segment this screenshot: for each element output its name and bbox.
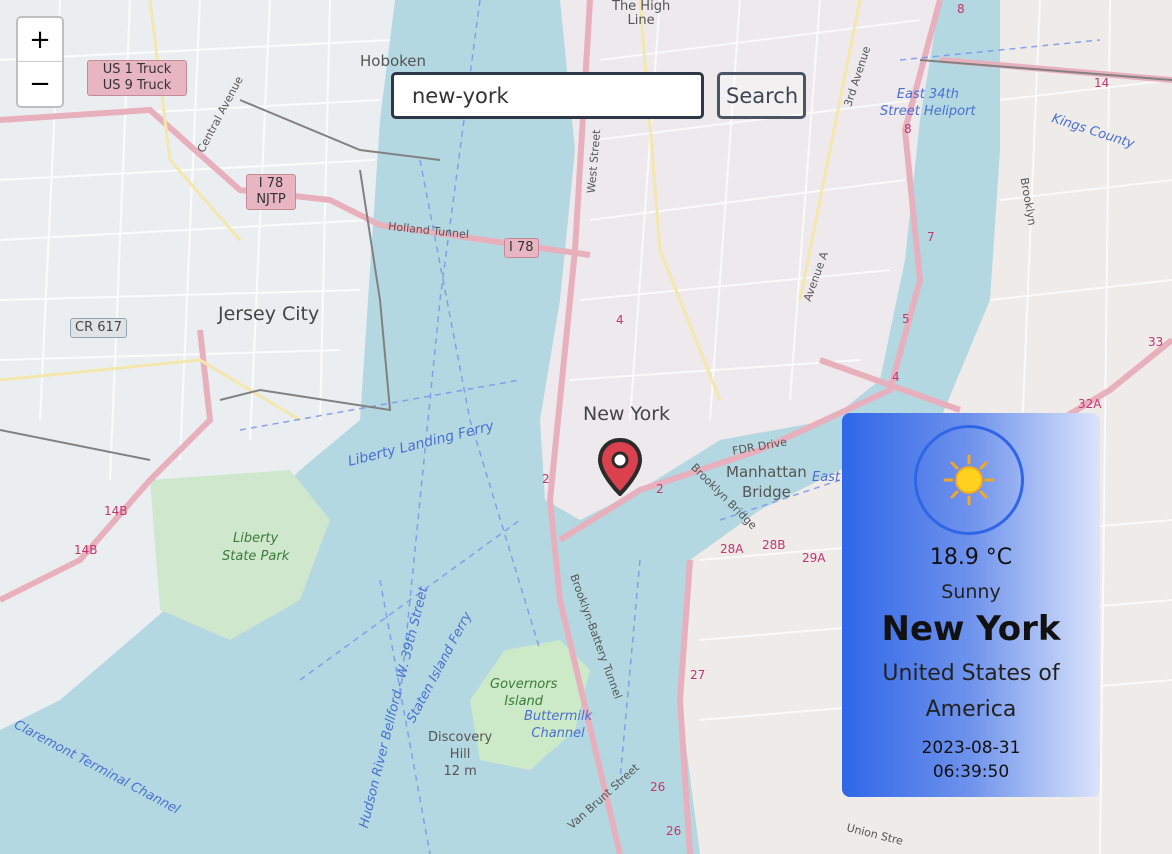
exit-badge: 2 xyxy=(656,482,664,496)
exit-badge: 2 xyxy=(542,472,550,486)
exit-badge: 14 xyxy=(1094,76,1110,90)
exit-badge: 8 xyxy=(904,122,912,136)
weather-condition: Sunny xyxy=(941,581,1001,603)
city-name: New York xyxy=(881,609,1061,649)
exit-badge: 4 xyxy=(616,313,624,327)
local-date: 2023-08-31 xyxy=(921,738,1021,758)
shield-cr617: CR 617 xyxy=(70,318,128,338)
exit-badge: 27 xyxy=(690,668,706,682)
exit-badge: 28B xyxy=(762,538,786,552)
local-time: 06:39:50 xyxy=(932,762,1010,782)
exit-badge: 14B xyxy=(74,543,98,557)
exit-badge: 7 xyxy=(927,230,935,244)
exit-badge: 26 xyxy=(650,780,666,794)
exit-badge: 5 xyxy=(902,312,910,326)
exit-badge: 8 xyxy=(957,2,965,16)
temperature: 18.9 °C xyxy=(929,545,1013,570)
exit-badge: 4 xyxy=(892,370,900,384)
label-discovery-hill: Discovery Hill 12 m xyxy=(428,730,493,779)
exit-badge: 26 xyxy=(666,824,682,838)
shield-i78: I 78 xyxy=(504,238,539,258)
label-heliport: East 34th Street Heliport xyxy=(880,87,976,119)
label-hoboken: Hoboken xyxy=(360,52,427,70)
label-new-york: New York xyxy=(583,403,671,425)
shield-us1-us9: US 1 Truck US 9 Truck xyxy=(87,60,187,96)
exit-badge: 14B xyxy=(104,504,128,518)
zoom-out-button[interactable]: − xyxy=(18,62,62,106)
shield-i78-njtp: I 78 NJTP xyxy=(246,174,296,210)
map-pin-icon[interactable] xyxy=(597,437,643,497)
weather-icon-circle xyxy=(914,425,1024,535)
label-high-line: The High Line xyxy=(612,0,671,28)
zoom-in-button[interactable]: + xyxy=(18,18,62,62)
weather-card: 18.9 °C Sunny New York United States of … xyxy=(842,413,1100,797)
search-button[interactable]: Search xyxy=(717,72,806,119)
label-jersey-city: Jersey City xyxy=(218,303,320,325)
label-manhattan-bridge: Manhattan Bridge xyxy=(726,463,807,501)
exit-badge: 28A xyxy=(720,542,744,556)
sun-icon xyxy=(943,454,995,506)
label-buttermilk-channel: Buttermilk Channel xyxy=(524,709,593,741)
search-input[interactable] xyxy=(391,72,704,119)
exit-badge: 29A xyxy=(802,551,826,565)
label-governors-island: Governors Island xyxy=(490,677,558,709)
label-liberty-state-park: Liberty State Park xyxy=(222,531,290,564)
exit-badge: 32A xyxy=(1078,397,1102,411)
label-east: East xyxy=(812,470,841,485)
exit-badge: 33 xyxy=(1148,335,1164,349)
country-name: United States of America xyxy=(882,661,1060,722)
zoom-control: + − xyxy=(16,16,64,108)
